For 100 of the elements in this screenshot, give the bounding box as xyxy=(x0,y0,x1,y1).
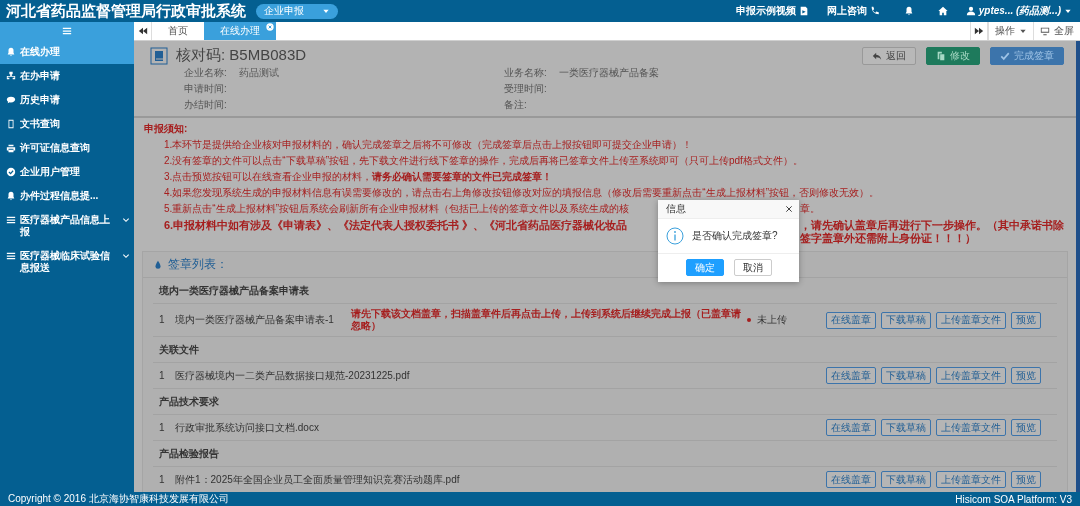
sidebar-item[interactable]: 企业用户管理 xyxy=(0,160,134,184)
file-action-button[interactable]: 下载草稿 xyxy=(881,419,931,436)
bell-icon xyxy=(6,191,16,201)
notice-text: 1.本环节是提供给企业核对申报材料的，确认完成签章之后将不可修改（完成签章后点击上报按钮即可提交企业申请）！ xyxy=(164,139,693,151)
file-action-button[interactable]: 在线盖章 xyxy=(826,419,876,436)
file-action-button[interactable]: 下载草稿 xyxy=(881,367,931,384)
cancel-button[interactable]: 取消 xyxy=(733,259,772,276)
home-icon[interactable] xyxy=(937,6,948,16)
file-action-button[interactable]: 在线盖章 xyxy=(826,311,876,329)
row-index: 1 xyxy=(159,314,166,326)
sidebar-item[interactable]: 许可证信息查询 xyxy=(0,136,134,160)
status-dot-icon xyxy=(747,318,751,322)
menu-icon xyxy=(6,215,16,225)
file-action-button[interactable]: 预览 xyxy=(1011,419,1041,436)
double-arrow-left-icon xyxy=(137,26,148,36)
notice-text: 5.重新点击“生成上报材料”按钮后系统会刷新所有企业申报材料（包括已上传的签章文件以及系统生成的核 xyxy=(164,203,630,215)
file-action-button[interactable]: 上传盖章文件 xyxy=(936,367,1006,384)
file-action-button[interactable]: 预览 xyxy=(1011,471,1041,488)
row-index: 1 xyxy=(159,421,166,434)
scroll-right-button[interactable] xyxy=(970,22,988,40)
file-action-button[interactable]: 预览 xyxy=(1011,311,1041,329)
file-action-button[interactable]: 在线盖章 xyxy=(826,367,876,384)
field-value: 药品测试 xyxy=(238,67,279,79)
copyright-text: Copyright © 2016 北京海协智康科技发展有限公司 xyxy=(8,492,229,506)
checkmark-icon xyxy=(1000,50,1010,61)
file-action-button[interactable]: 上传盖章文件 xyxy=(936,471,1006,488)
sidebar-toggle[interactable] xyxy=(0,22,134,40)
user-icon xyxy=(965,6,976,16)
sidebar-item[interactable]: 在办申请 xyxy=(0,64,134,88)
sidebar-item[interactable]: 历史申请 xyxy=(0,88,134,112)
bell-icon[interactable] xyxy=(903,6,914,16)
drop-icon xyxy=(153,259,163,270)
notice-title: 申报须知: xyxy=(144,123,189,135)
dialog-title: 信息 xyxy=(666,203,686,215)
row-index: 1 xyxy=(159,369,166,382)
operations-menu[interactable]: 操作 xyxy=(988,22,1033,40)
group-title: 产品技术要求 xyxy=(153,389,1057,415)
header-link[interactable]: 申报示例视频 xyxy=(735,4,809,18)
chat-bubble-icon xyxy=(6,95,16,105)
copy-icon xyxy=(936,50,946,61)
file-action-button[interactable]: 上传盖章文件 xyxy=(936,311,1006,329)
group-title: 产品检验报告 xyxy=(153,441,1057,467)
group-title: 境内一类医疗器械产品备案申请表 xyxy=(153,278,1057,304)
notice-text: 3.点击预览按钮可以在线查看企业申报的材料，请务必确认需要签章的文件已完成签章！ xyxy=(164,171,553,183)
caret-down-icon xyxy=(1019,27,1027,35)
fullscreen-button[interactable]: 全屏 xyxy=(1033,22,1080,40)
notice-text: 2.没有签章的文件可以点击“下载草稿”按钮，先下载文件进行线下签章的操作，完成后再将已签章文件上传至系统即可（只可上传pdf格式文件）。 xyxy=(164,155,803,167)
phone-icon xyxy=(869,6,880,16)
printer-icon xyxy=(6,143,16,153)
finish-button[interactable]: 完成签章 xyxy=(990,46,1064,65)
book-icon xyxy=(150,46,168,65)
notice-text: 6.申报材料中如有涉及《申请表》、《法定代表人授权委托书 》、《河北省药品医疗器械化妆品 xyxy=(164,219,629,232)
check-circle-icon xyxy=(6,167,16,177)
file-action-button[interactable]: 在线盖章 xyxy=(826,471,876,488)
sidebar-item[interactable]: 文书查询 xyxy=(0,112,134,136)
double-arrow-right-icon xyxy=(974,26,984,36)
notice-text: 4.如果您发现系统生成的申报材料信息有误需要修改的，请点击右上角修改按钮修改对应的填报信息（修改后需要重新点击“生成上报材料”按钮，否则修改无效）。 xyxy=(164,187,879,199)
group-title: 关联文件 xyxy=(153,337,1057,363)
document-icon xyxy=(6,119,16,129)
field-label: 申请时间: xyxy=(184,83,227,95)
bell-icon xyxy=(6,47,16,57)
reply-arrow-icon xyxy=(872,50,882,61)
hierarchy-icon xyxy=(6,71,16,81)
tab[interactable]: 在线办理 xyxy=(204,22,276,40)
upload-warning: 请先下载该文档盖章，扫描盖章件后再点击上传，上传到系统后继续完成上报（已盖章请忽略） xyxy=(351,308,741,332)
caret-down-icon xyxy=(322,7,330,15)
menu-icon xyxy=(62,26,72,36)
file-action-button[interactable]: 上传盖章文件 xyxy=(936,419,1006,436)
user-menu[interactable]: yptes... (药品测...) xyxy=(965,4,1072,18)
menu-icon xyxy=(6,251,16,261)
header-link[interactable]: 网上咨询 xyxy=(826,4,880,18)
app-title: 河北省药品监督管理局行政审批系统 xyxy=(6,1,246,21)
file-name: 附件1：2025年全国企业员工全面质量管理知识竞赛活动题库.pdf xyxy=(175,473,460,486)
video-file-icon xyxy=(798,6,809,16)
file-name: 行政审批系统访问接口文档.docx xyxy=(175,421,319,434)
info-icon xyxy=(666,227,684,245)
sidebar-item[interactable]: 医疗器械产品信息上报 xyxy=(0,208,134,244)
confirm-button[interactable]: 确定 xyxy=(685,259,724,276)
platform-version: Hisicom SOA Platform: V3 xyxy=(955,493,1072,505)
sidebar-item[interactable]: 办件过程信息提... xyxy=(0,184,134,208)
upload-status: 未上传 xyxy=(757,314,787,326)
file-name: 境内一类医疗器械产品备案申请表-1 xyxy=(175,314,335,326)
row-index: 1 xyxy=(159,473,166,486)
caret-down-icon xyxy=(1064,7,1072,15)
edit-button[interactable]: 修改 xyxy=(926,46,980,65)
file-action-button[interactable]: 下载草稿 xyxy=(881,311,931,329)
field-label: 业务名称: xyxy=(504,67,547,79)
close-icon[interactable] xyxy=(785,205,793,213)
file-action-button[interactable]: 下载草稿 xyxy=(881,471,931,488)
sidebar-item[interactable]: 医疗器械临床试验信息报送 xyxy=(0,244,134,280)
mode-dropdown[interactable]: 企业申报 xyxy=(256,3,338,19)
file-action-button[interactable]: 预览 xyxy=(1011,367,1041,384)
field-label: 企业名称: xyxy=(184,67,227,79)
file-name: 医疗器械境内一二类产品数据接口规范-20231225.pdf xyxy=(175,369,410,382)
back-button[interactable]: 返回 xyxy=(862,46,916,65)
dialog-message: 是否确认完成签章? xyxy=(692,230,778,242)
field-label: 办结时间: xyxy=(184,99,227,111)
field-label: 受理时间: xyxy=(504,83,547,95)
notice-text: 章。 xyxy=(800,203,821,215)
sidebar-item[interactable]: 在线办理 xyxy=(0,40,134,64)
